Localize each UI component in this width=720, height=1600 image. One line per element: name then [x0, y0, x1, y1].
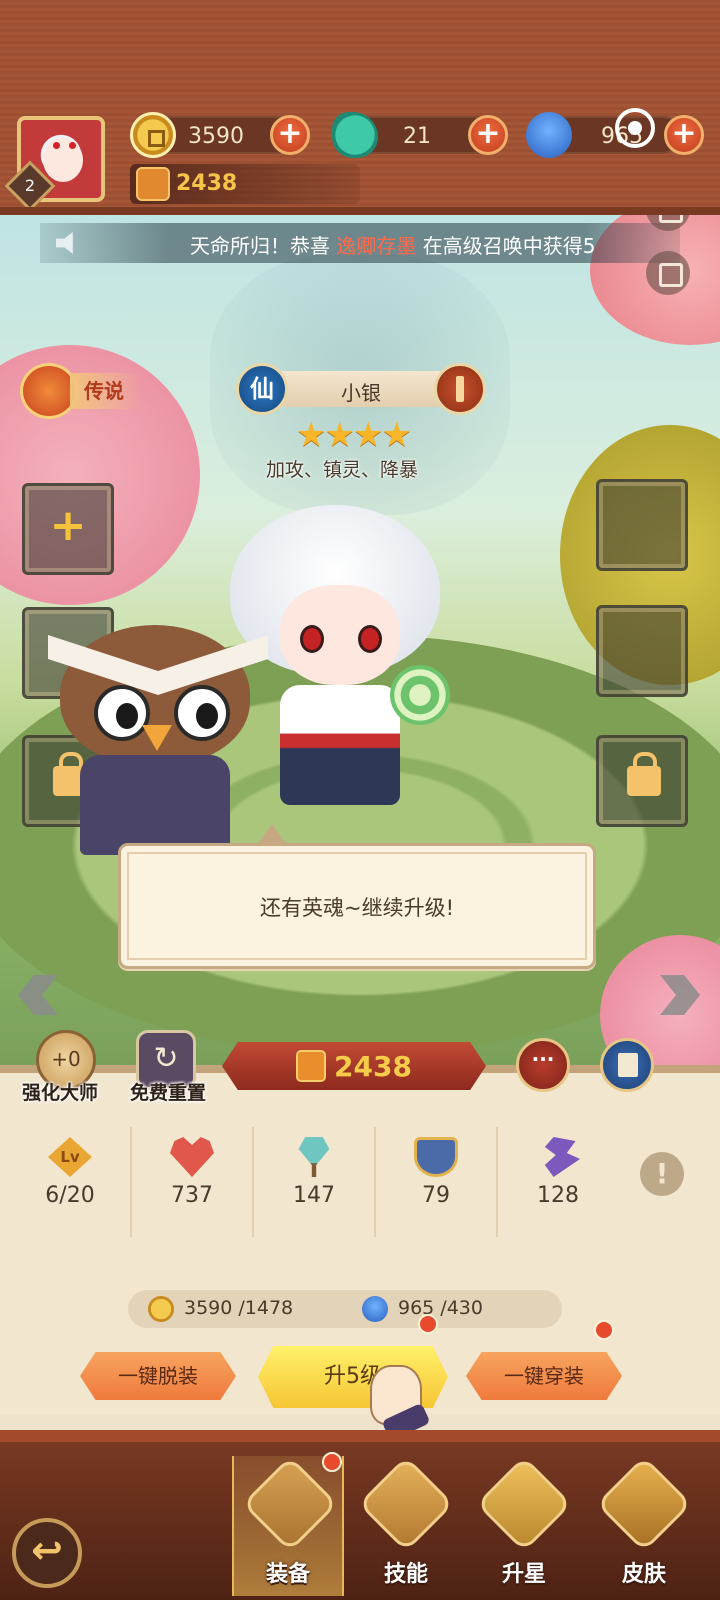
owl-eye: [94, 685, 150, 741]
hero-stars: ★★★★: [296, 415, 412, 455]
previous-hero-arrow[interactable]: [18, 975, 58, 1015]
hero-name: 小银: [341, 381, 381, 405]
hero-tags: 加攻、镇灵、降暴: [266, 459, 419, 481]
star-badge-icon: [475, 1455, 573, 1553]
player-level: 2: [24, 176, 36, 195]
stat-attack: 147: [252, 1117, 374, 1247]
spirit-flame-icon: [362, 1296, 388, 1322]
speed-value: 128: [537, 1183, 579, 1208]
stat-level: Lv 6/20: [10, 1117, 130, 1247]
hero-body: [280, 685, 400, 805]
hero-eye: [358, 625, 382, 653]
boot-icon: [544, 1137, 580, 1177]
owl-eye: [174, 685, 230, 741]
lock-icon: [627, 752, 661, 796]
role-icon[interactable]: [434, 363, 486, 415]
chat-icon[interactable]: [516, 1038, 570, 1092]
hero-scene: 天命所归！恭喜 逸卿存墨 在高级召唤中获得5 传说 小银 仙 ★★★★ 加攻、镇…: [0, 215, 720, 1065]
notification-dot: [322, 1452, 342, 1472]
skin-icon: [595, 1455, 693, 1553]
shield-icon: [414, 1137, 458, 1177]
hp-value: 737: [171, 1183, 213, 1208]
speaker-icon: [56, 232, 73, 254]
heart-icon: [170, 1137, 214, 1177]
tab-label: 技能: [383, 1562, 428, 1587]
sword-icon: [136, 167, 170, 201]
add-gold-button[interactable]: +: [270, 115, 310, 155]
top-bar: 2 3590 + 21 + 965 + 2438: [0, 0, 720, 215]
header-power-bar: 2438: [130, 164, 360, 204]
defense-value: 79: [422, 1183, 450, 1208]
notification-dot: [594, 1320, 614, 1340]
upgrade-cost-bar: 3590 /1478 965 /430: [128, 1290, 562, 1328]
avatar-eye: [69, 142, 76, 149]
enhance-master-label: 强化大师: [22, 1082, 99, 1104]
tab-skins[interactable]: 皮肤: [588, 1455, 700, 1596]
equipment-slot[interactable]: [596, 479, 688, 571]
tab-label: 装备: [265, 1562, 310, 1587]
avatar-eye: [53, 142, 60, 149]
hero-power-banner: 2438: [222, 1042, 486, 1090]
hero-name-plate: 小银 仙: [236, 363, 486, 415]
guide-dialog-text: 还有英魂~继续升级!: [259, 896, 454, 920]
guide-dialog[interactable]: 还有英魂~继续升级!: [118, 824, 596, 969]
notification-dot: [418, 1314, 438, 1334]
back-icon[interactable]: [12, 1518, 82, 1588]
unlock-icon[interactable]: [646, 251, 690, 295]
broadcast-bar: 天命所归！恭喜 逸卿存墨 在高级召唤中获得5: [40, 223, 680, 263]
spirit-cost: 965 /430: [398, 1297, 483, 1319]
spirit-counter: 965: [526, 112, 682, 158]
level-value: 6/20: [45, 1183, 95, 1208]
bottom-nav: 装备 技能 升星 皮肤: [0, 1430, 720, 1600]
tab-label: 皮肤: [621, 1562, 666, 1587]
owl-robe: [80, 755, 230, 855]
stat-speed: 128: [496, 1117, 618, 1247]
enhance-value: +0: [51, 1047, 81, 1071]
tab-star-up[interactable]: 升星: [468, 1455, 580, 1596]
add-spirit-button[interactable]: +: [664, 115, 704, 155]
stat-info-icon[interactable]: !: [640, 1152, 684, 1196]
equip-all-button[interactable]: 一键穿装: [466, 1352, 622, 1400]
coin-icon: [148, 1296, 174, 1322]
attack-value: 147: [293, 1183, 335, 1208]
codex-book-icon[interactable]: [600, 1038, 654, 1092]
hero-power-value: 2438: [334, 1050, 412, 1083]
free-reset-label: 免费重置: [130, 1082, 207, 1104]
rarity-badge: 传说: [20, 363, 170, 419]
scroll-icon: [357, 1455, 455, 1553]
hero-action-row: +0 强化大师 免费重置 2438: [0, 1030, 720, 1110]
equipment-slot-add[interactable]: +: [22, 483, 114, 575]
gold-cost: 3590 /1478: [184, 1297, 294, 1319]
avatar-face: [43, 138, 83, 182]
equipment-slot-locked[interactable]: [596, 735, 688, 827]
faction-icon[interactable]: 仙: [236, 363, 288, 415]
broadcast-player-name: 逸卿存墨: [336, 234, 417, 258]
armor-icon: [241, 1455, 339, 1553]
lollipop-weapon: [390, 665, 450, 725]
sword-icon: [296, 1050, 326, 1082]
stat-defense: 79: [374, 1117, 496, 1247]
stats-row: Lv 6/20 737 147 79 128: [10, 1117, 710, 1247]
unequip-all-button[interactable]: 一键脱装: [80, 1352, 236, 1400]
level-icon: Lv: [48, 1137, 92, 1177]
tutorial-hand-pointer: [370, 1365, 422, 1425]
tab-skills[interactable]: 技能: [350, 1455, 462, 1596]
plus-icon: +: [49, 500, 87, 551]
header-power-value: 2438: [176, 171, 238, 196]
tab-label: 升星: [501, 1562, 546, 1587]
broadcast-message: 天命所归！恭喜 逸卿存墨 在高级召唤中获得5: [190, 234, 596, 258]
hero-eye: [300, 625, 324, 653]
equipment-slot[interactable]: [596, 605, 688, 697]
rarity-label: 传说: [70, 373, 142, 409]
record-icon[interactable]: [615, 108, 655, 148]
sword-icon: [298, 1137, 330, 1177]
stat-hp: 737: [130, 1117, 252, 1247]
hero-face: [280, 585, 400, 685]
owl-guide-character: [40, 625, 280, 855]
add-jade-button[interactable]: +: [468, 115, 508, 155]
tab-equipment[interactable]: 装备: [232, 1455, 344, 1596]
